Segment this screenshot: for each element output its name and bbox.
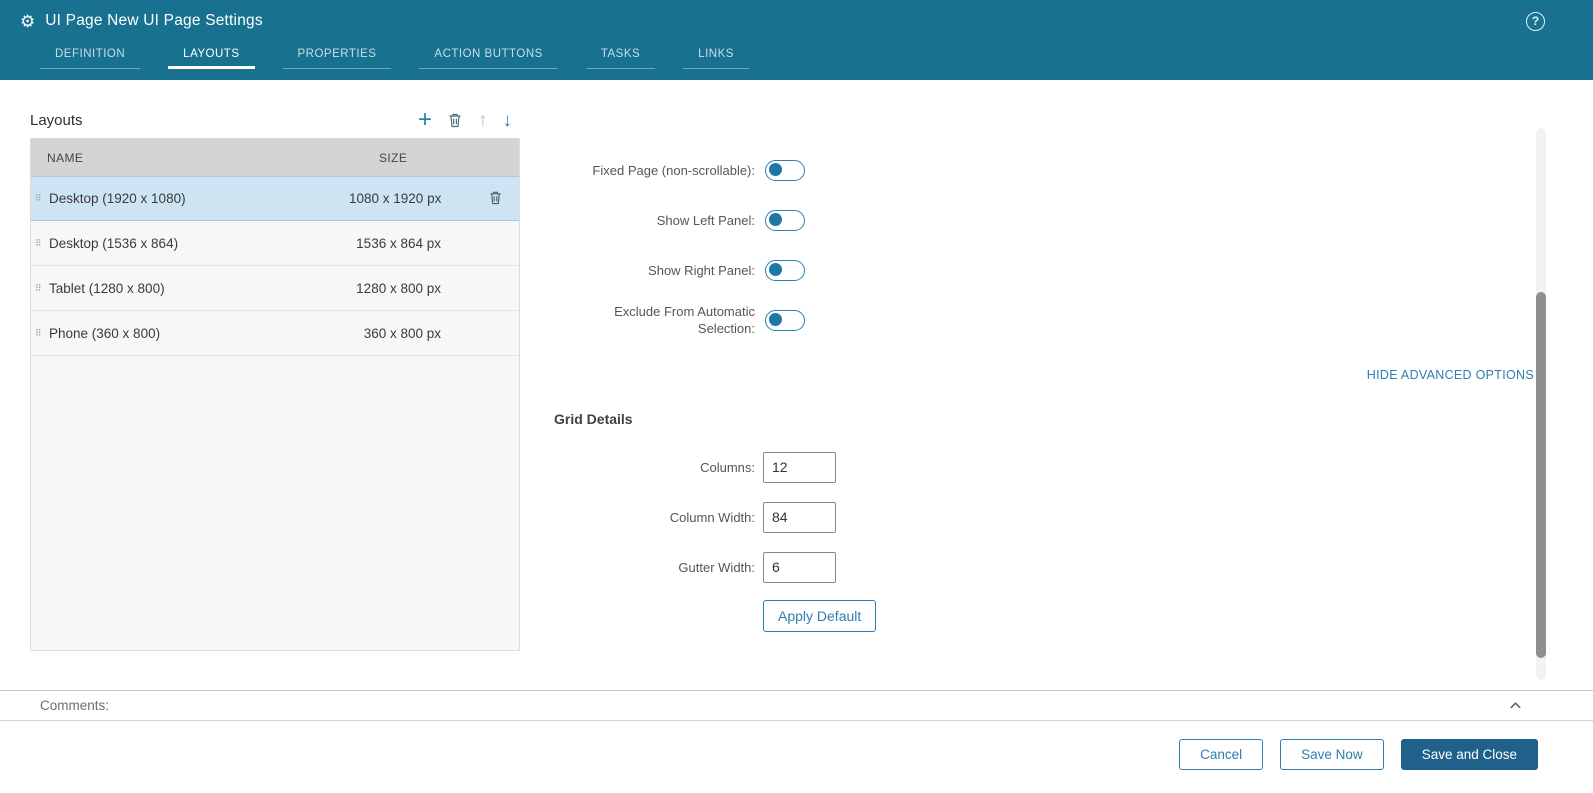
- exclude-automatic-toggle[interactable]: [765, 309, 805, 331]
- tab-tasks[interactable]: TASKS: [585, 42, 656, 69]
- show-right-panel-row: Show Right Panel:: [555, 245, 835, 295]
- move-up-button[interactable]: ↑: [478, 111, 488, 130]
- table-header-row: NAME SIZE: [31, 139, 519, 177]
- chevron-up-icon: [1510, 702, 1521, 709]
- layout-name: Desktop (1920 x 1080): [49, 191, 186, 206]
- drag-handle-icon[interactable]: ⠿: [31, 283, 47, 294]
- columns-input[interactable]: [763, 451, 836, 483]
- scrollbar-thumb[interactable]: [1536, 292, 1546, 658]
- column-header-size: SIZE: [379, 151, 408, 165]
- show-left-panel-toggle[interactable]: [765, 209, 805, 231]
- page-title: UI Page New UI Page Settings: [45, 12, 263, 29]
- trash-icon: [490, 191, 501, 204]
- fixed-page-row: Fixed Page (non-scrollable):: [555, 145, 835, 195]
- tab-properties[interactable]: PROPERTIES: [282, 42, 392, 69]
- tab-links[interactable]: LINKS: [683, 42, 749, 69]
- drag-handle-icon[interactable]: ⠿: [31, 328, 47, 339]
- layout-name: Phone (360 x 800): [49, 325, 161, 341]
- layouts-title: Layouts: [30, 111, 83, 129]
- tab-layouts[interactable]: LAYOUTS: [168, 42, 255, 69]
- comments-bar: Comments:: [0, 690, 1593, 721]
- trash-icon: [449, 113, 461, 128]
- show-right-panel-toggle[interactable]: [765, 259, 805, 281]
- columns-label: Columns:: [700, 459, 755, 475]
- fixed-page-toggle[interactable]: [765, 159, 805, 181]
- layouts-panel-header: Layouts + ↑ ↓: [30, 103, 520, 137]
- grid-details-form: Columns: Column Width: Gutter Width:: [555, 442, 836, 592]
- move-down-button[interactable]: ↓: [503, 111, 513, 130]
- tab-definition[interactable]: DEFINITION: [40, 42, 141, 69]
- titlebar: ⚙ UI Page New UI Page Settings ?: [0, 0, 1593, 42]
- table-row-tablet-1280[interactable]: ⠿ Tablet (1280 x 800) 1280 x 800 px: [31, 266, 519, 311]
- drag-handle-icon[interactable]: ⠿: [31, 238, 47, 249]
- delete-layout-button[interactable]: [447, 112, 463, 128]
- footer-actions: Cancel Save Now Save and Close: [1179, 739, 1538, 770]
- show-left-panel-label: Show Left Panel:: [656, 212, 755, 228]
- apply-default-button[interactable]: Apply Default: [763, 600, 877, 632]
- gutter-width-row: Gutter Width:: [555, 542, 836, 592]
- drag-handle-icon[interactable]: ⠿: [31, 193, 47, 204]
- layout-size: 1280 x 800 px: [356, 280, 441, 296]
- ui-page-settings-window: ⚙ UI Page New UI Page Settings ? DEFINIT…: [0, 0, 1593, 793]
- layout-options-form: Fixed Page (non-scrollable): Show Left P…: [555, 145, 835, 345]
- header: ⚙ UI Page New UI Page Settings ? DEFINIT…: [0, 0, 1593, 80]
- comments-label: Comments:: [40, 698, 110, 713]
- tab-bar: DEFINITION LAYOUTS PROPERTIES ACTION BUT…: [0, 42, 1593, 69]
- exclude-automatic-row: Exclude From Automatic Selection:: [555, 295, 835, 345]
- delete-row-button[interactable]: [488, 190, 503, 208]
- table-row-desktop-1920[interactable]: ⠿ Desktop (1920 x 1080) 1080 x 1920 px: [31, 176, 519, 221]
- layout-size: 360 x 800 px: [363, 325, 441, 341]
- table-row-desktop-1536[interactable]: ⠿ Desktop (1536 x 864) 1536 x 864 px: [31, 221, 519, 266]
- hide-advanced-options-link[interactable]: HIDE ADVANCED OPTIONS: [1367, 368, 1534, 382]
- columns-row: Columns:: [555, 442, 836, 492]
- gutter-width-label: Gutter Width:: [678, 559, 755, 575]
- tab-action-buttons[interactable]: ACTION BUTTONS: [419, 42, 559, 69]
- fixed-page-label: Fixed Page (non-scrollable):: [592, 162, 755, 178]
- grid-details-title: Grid Details: [554, 411, 633, 427]
- layout-size: 1536 x 864 px: [356, 235, 441, 251]
- table-row-phone-360[interactable]: ⠿ Phone (360 x 800) 360 x 800 px: [31, 311, 519, 356]
- vertical-scrollbar[interactable]: [1536, 128, 1546, 680]
- column-width-input[interactable]: [763, 501, 836, 533]
- show-right-panel-label: Show Right Panel:: [648, 262, 755, 278]
- column-width-row: Column Width:: [555, 492, 836, 542]
- layout-name: Desktop (1536 x 864): [49, 235, 179, 251]
- show-left-panel-row: Show Left Panel:: [555, 195, 835, 245]
- collapse-comments-button[interactable]: [1508, 698, 1523, 713]
- layouts-table: NAME SIZE ⠿ Desktop (1920 x 1080) 1080 x…: [30, 138, 520, 651]
- layouts-panel: Layouts + ↑ ↓ NAME SIZE ⠿ Desktop (1920 …: [30, 103, 520, 651]
- layouts-toolbar: + ↑ ↓: [418, 108, 520, 132]
- column-header-name: NAME: [47, 151, 84, 165]
- add-layout-button[interactable]: +: [418, 108, 432, 132]
- layout-name: Tablet (1280 x 800): [49, 280, 165, 296]
- cancel-button[interactable]: Cancel: [1179, 739, 1264, 770]
- save-now-button[interactable]: Save Now: [1280, 739, 1384, 770]
- column-width-label: Column Width:: [669, 509, 755, 525]
- gear-icon: ⚙: [20, 11, 36, 31]
- save-and-close-button[interactable]: Save and Close: [1400, 739, 1538, 770]
- help-icon[interactable]: ?: [1526, 11, 1545, 31]
- gutter-width-input[interactable]: [763, 551, 836, 583]
- exclude-automatic-label: Exclude From Automatic Selection:: [614, 304, 755, 336]
